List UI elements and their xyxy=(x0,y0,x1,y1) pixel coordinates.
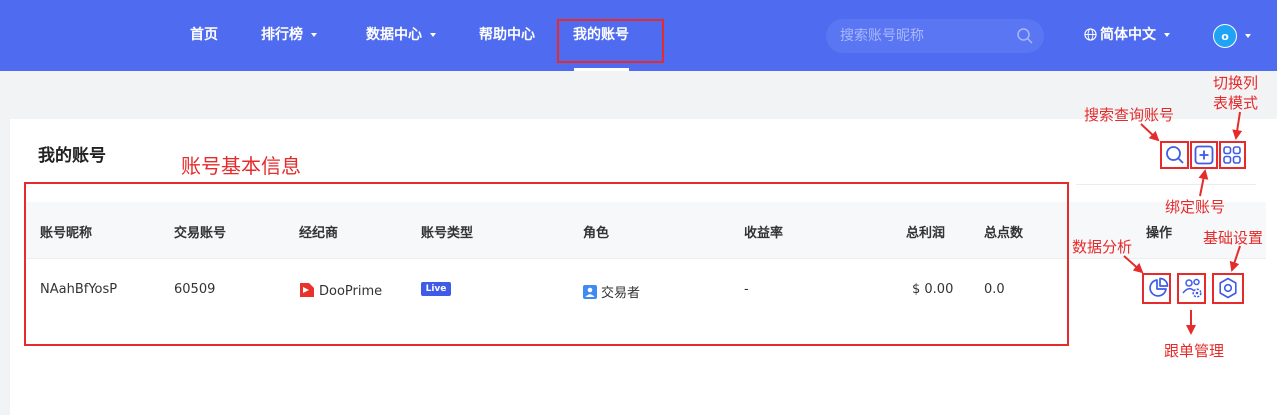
annotation-arrows xyxy=(1123,111,1243,335)
